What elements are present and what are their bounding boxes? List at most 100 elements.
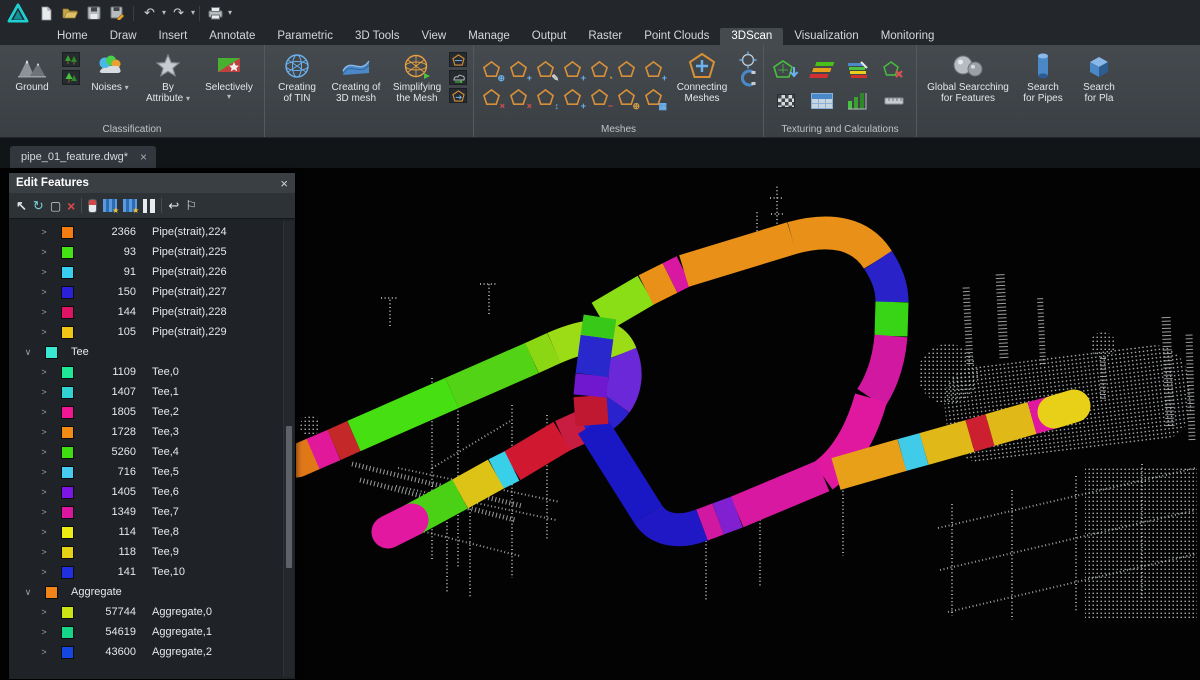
tab-insert[interactable]: Insert bbox=[148, 28, 199, 45]
mesh-tool-icon-2[interactable]: ✎ bbox=[532, 55, 559, 83]
tab-view[interactable]: View bbox=[411, 28, 458, 45]
expand-chevron-icon[interactable] bbox=[39, 288, 49, 297]
feature-row[interactable]: 1405Tee,6 bbox=[9, 482, 295, 502]
by-attribute-button[interactable]: By Attribute bbox=[138, 48, 198, 104]
tab-parametric[interactable]: Parametric bbox=[266, 28, 344, 45]
texture-sheets-icon[interactable] bbox=[840, 54, 876, 85]
feature-row[interactable]: 57744Aggregate,0 bbox=[9, 602, 295, 622]
connecting-meshes-button[interactable]: Connecting Meshes bbox=[667, 48, 737, 104]
new-file-button[interactable] bbox=[34, 3, 57, 24]
ruler-icon[interactable] bbox=[876, 85, 912, 116]
tab-home[interactable]: Home bbox=[46, 28, 99, 45]
feature-group-row[interactable]: Tee bbox=[9, 342, 295, 362]
feature-row[interactable]: 141Tee,10 bbox=[9, 562, 295, 582]
open-folder-button[interactable] bbox=[58, 3, 81, 24]
qat-customize-icon[interactable] bbox=[228, 9, 232, 17]
expand-chevron-icon[interactable] bbox=[39, 388, 49, 397]
feature-row[interactable]: 5260Tee,4 bbox=[9, 442, 295, 462]
search-planes-button[interactable]: Search for Pla bbox=[1071, 48, 1127, 104]
expand-chevron-icon[interactable] bbox=[39, 428, 49, 437]
feature-row[interactable]: 716Tee,5 bbox=[9, 462, 295, 482]
mesh-tool-icon-12[interactable]: ⊕ bbox=[613, 83, 640, 111]
table-star-icon[interactable]: ★ bbox=[103, 199, 117, 212]
feature-row[interactable]: 1109Tee,0 bbox=[9, 362, 295, 382]
close-icon[interactable]: × bbox=[280, 176, 288, 191]
zoom-window-icon[interactable]: ▢ bbox=[50, 200, 61, 212]
tab-point-clouds[interactable]: Point Clouds bbox=[633, 28, 720, 45]
app-logo-icon[interactable] bbox=[3, 1, 33, 25]
feature-row[interactable]: 114Tee,8 bbox=[9, 522, 295, 542]
select-arrow-icon[interactable]: ↖ bbox=[16, 199, 27, 212]
scrollbar[interactable] bbox=[283, 221, 294, 677]
mesh-tool-icon-3[interactable]: + bbox=[559, 55, 586, 83]
expand-chevron-icon[interactable] bbox=[39, 488, 49, 497]
undo-dropdown-icon[interactable] bbox=[162, 9, 166, 17]
bars-icon[interactable] bbox=[143, 199, 155, 213]
plot-button[interactable] bbox=[204, 3, 227, 24]
delete-icon[interactable]: × bbox=[67, 199, 75, 213]
noises-button[interactable]: Noises bbox=[82, 48, 138, 93]
tab-annotate[interactable]: Annotate bbox=[198, 28, 266, 45]
feature-row[interactable]: 2366Pipe(strait),224 bbox=[9, 222, 295, 242]
checkerboard-icon[interactable] bbox=[768, 85, 804, 116]
mesh-tool-icon-0[interactable]: ⊕ bbox=[478, 55, 505, 83]
undo-button[interactable]: ↶ bbox=[138, 3, 161, 24]
global-search-features-button[interactable]: Global Searcching for Features bbox=[921, 48, 1015, 104]
mesh-tool-icon-6[interactable]: + bbox=[640, 55, 667, 83]
expand-chevron-icon[interactable] bbox=[39, 568, 49, 577]
creating-of-tin-button[interactable]: Creating of TIN bbox=[269, 48, 325, 104]
expand-chevron-icon[interactable] bbox=[39, 608, 49, 617]
feature-row[interactable]: 54619Aggregate,1 bbox=[9, 622, 295, 642]
creating-of-3d-mesh-button[interactable]: Creating of 3D mesh bbox=[325, 48, 387, 104]
feature-row[interactable]: 150Pipe(strait),227 bbox=[9, 282, 295, 302]
expand-chevron-icon[interactable] bbox=[39, 528, 49, 537]
selectively-button[interactable]: Selectively bbox=[198, 48, 260, 101]
tab-3dscan[interactable]: 3DScan bbox=[720, 28, 783, 45]
expand-chevron-icon[interactable] bbox=[39, 508, 49, 517]
mesh-tool-icon-11[interactable]: − bbox=[586, 83, 613, 111]
expand-chevron-icon[interactable] bbox=[39, 248, 49, 257]
rotate-mesh-icon[interactable] bbox=[739, 52, 757, 67]
ground-button[interactable]: Ground bbox=[4, 48, 60, 93]
expand-chevron-icon[interactable] bbox=[39, 548, 49, 557]
tab-monitoring[interactable]: Monitoring bbox=[870, 28, 946, 45]
feature-row[interactable]: 91Pipe(strait),226 bbox=[9, 262, 295, 282]
mesh-tool-icon-4[interactable]: ◔ bbox=[586, 55, 613, 83]
expand-chevron-icon[interactable] bbox=[23, 588, 33, 597]
classify-trees-icon[interactable] bbox=[62, 52, 80, 67]
feature-row[interactable]: 105Pipe(strait),229 bbox=[9, 322, 295, 342]
feature-row[interactable]: 1805Tee,2 bbox=[9, 402, 295, 422]
classify-vegetation-icon[interactable] bbox=[62, 70, 80, 85]
search-pipes-button[interactable]: Search for Pipes bbox=[1015, 48, 1071, 104]
table-star-icon-2[interactable]: ★ bbox=[123, 199, 137, 212]
redo-button[interactable]: ↷ bbox=[167, 3, 190, 24]
edit-features-header[interactable]: Edit Features × bbox=[9, 173, 295, 193]
feature-row[interactable]: 1349Tee,7 bbox=[9, 502, 295, 522]
scrollbar-thumb[interactable] bbox=[286, 426, 292, 567]
mesh-tool-icon-13[interactable]: ▦ bbox=[640, 83, 667, 111]
flag-icon[interactable]: ⚐ bbox=[185, 199, 197, 212]
cylinder-feature-icon[interactable] bbox=[88, 199, 97, 213]
tab-output[interactable]: Output bbox=[521, 28, 578, 45]
mesh-delete-small-icon[interactable] bbox=[876, 54, 912, 85]
simplifying-the-mesh-button[interactable]: Simplifying the Mesh bbox=[387, 48, 447, 104]
close-icon[interactable]: × bbox=[140, 151, 147, 163]
feature-row[interactable]: 93Pipe(strait),225 bbox=[9, 242, 295, 262]
expand-chevron-icon[interactable] bbox=[39, 308, 49, 317]
redo-dropdown-icon[interactable] bbox=[191, 9, 195, 17]
tab-draw[interactable]: Draw bbox=[99, 28, 148, 45]
expand-chevron-icon[interactable] bbox=[39, 468, 49, 477]
table-icon[interactable] bbox=[804, 85, 840, 116]
feature-row[interactable]: 43600Aggregate,2 bbox=[9, 642, 295, 662]
cloud-to-mesh-icon[interactable] bbox=[449, 70, 467, 85]
expand-chevron-icon[interactable] bbox=[39, 328, 49, 337]
tab-manage[interactable]: Manage bbox=[457, 28, 521, 45]
calculation-columns-icon[interactable] bbox=[840, 85, 876, 116]
save-as-button[interactable] bbox=[106, 3, 129, 24]
feature-group-row[interactable]: Aggregate bbox=[9, 582, 295, 602]
tab-raster[interactable]: Raster bbox=[577, 28, 633, 45]
expand-chevron-icon[interactable] bbox=[23, 348, 33, 357]
save-button[interactable] bbox=[82, 3, 105, 24]
expand-chevron-icon[interactable] bbox=[39, 448, 49, 457]
mesh-tool-icon-10[interactable]: + bbox=[559, 83, 586, 111]
